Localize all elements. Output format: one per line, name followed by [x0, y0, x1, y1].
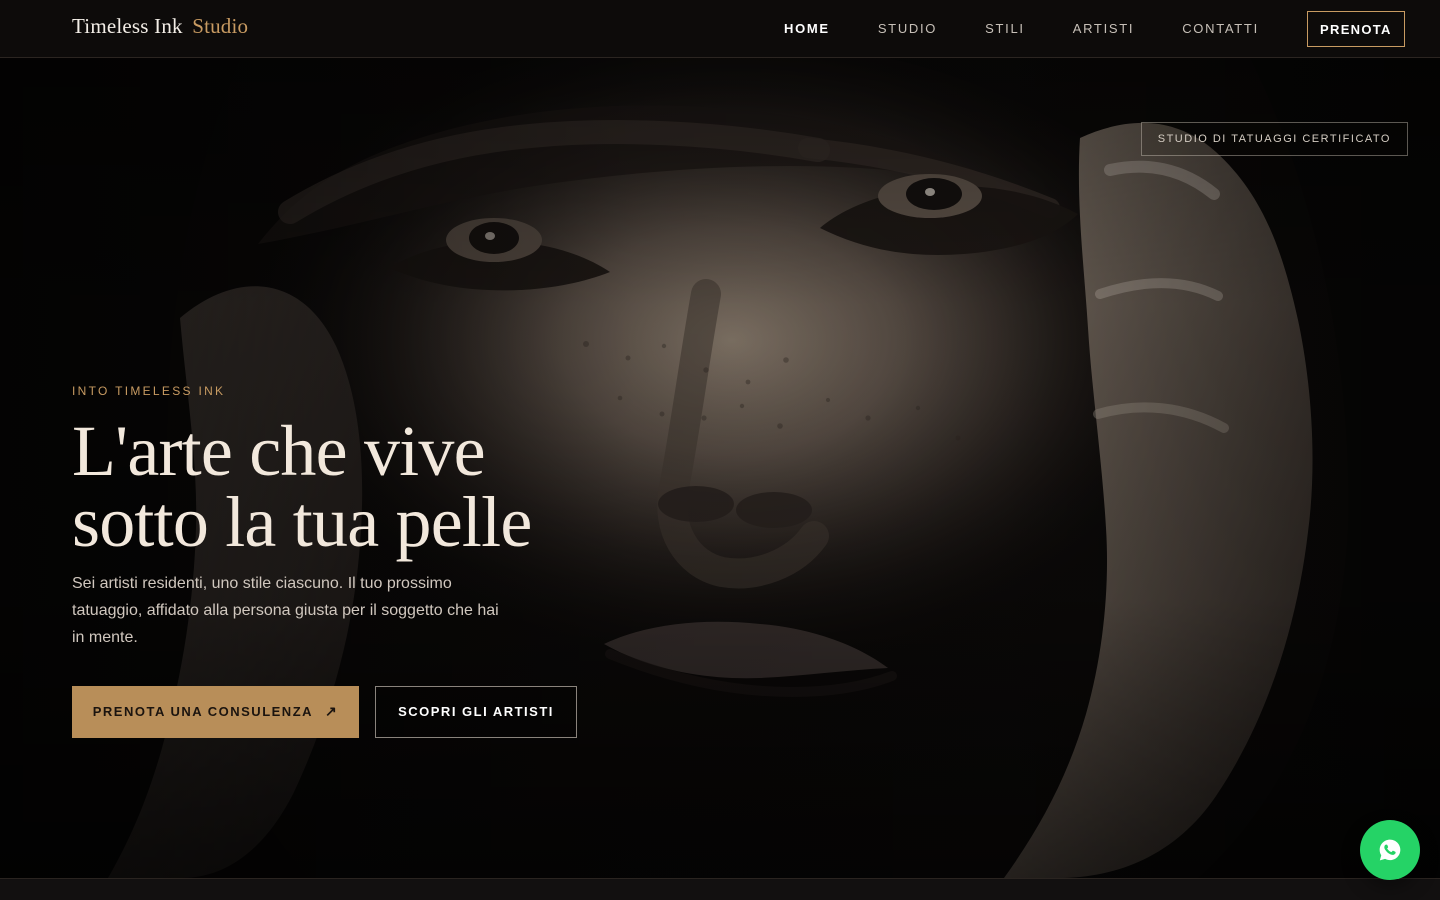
- hero-headline-line-2: sotto la tua pelle: [72, 481, 532, 562]
- discover-artists-button[interactable]: SCOPRI GLI ARTISTI: [375, 685, 577, 738]
- book-consultation-button[interactable]: PRENOTA UNA CONSULENZA ↗: [72, 685, 359, 738]
- hero-headline-line-1: L'arte che vive: [72, 411, 486, 491]
- main-nav: HOME STUDIO STILI ARTISTI CONTATTI PRENO…: [760, 0, 1405, 58]
- hero-description: Sei artisti residenti, uno stile ciascun…: [72, 575, 499, 646]
- brand-primary-text: Timeless Ink: [72, 14, 183, 38]
- landing-page: Timeless Ink Studio HOME STUDIO STILI AR…: [0, 0, 1440, 900]
- nav-artisti-link[interactable]: ARTISTI: [1049, 0, 1159, 58]
- top-navigation-bar: Timeless Ink Studio HOME STUDIO STILI AR…: [0, 0, 1440, 58]
- brand-accent-text: Studio: [192, 14, 249, 38]
- nav-studio-link[interactable]: STUDIO: [854, 0, 961, 58]
- nav-contatti-link[interactable]: CONTATTI: [1158, 0, 1283, 58]
- nav-home-link[interactable]: HOME: [760, 0, 854, 58]
- arrow-up-right-icon: ↗: [325, 702, 339, 719]
- bottom-page-strip: [0, 878, 1440, 900]
- book-consultation-label: PRENOTA UNA CONSULENZA: [92, 704, 314, 720]
- header-book-button[interactable]: PRENOTA: [1306, 11, 1405, 47]
- nav-stili-link[interactable]: STILI: [961, 0, 1049, 58]
- whatsapp-icon: [1379, 839, 1401, 861]
- whatsapp-chat-button[interactable]: [1360, 820, 1420, 880]
- hero-section: STUDIO DI TATUAGGI CERTIFICATO INTO TIME…: [0, 58, 1440, 878]
- hero-headline: L'arte che vive sotto la tua pelle: [72, 415, 592, 558]
- hero-eyebrow: INTO TIMELESS INK: [72, 384, 226, 398]
- hero-content: INTO TIMELESS INK L'arte che vive sotto …: [72, 384, 592, 738]
- brand-logo[interactable]: Timeless Ink Studio: [72, 14, 248, 39]
- hero-actions: PRENOTA UNA CONSULENZA ↗ SCOPRI GLI ARTI…: [72, 685, 592, 738]
- certified-studio-badge: STUDIO DI TATUAGGI CERTIFICATO: [1140, 122, 1408, 156]
